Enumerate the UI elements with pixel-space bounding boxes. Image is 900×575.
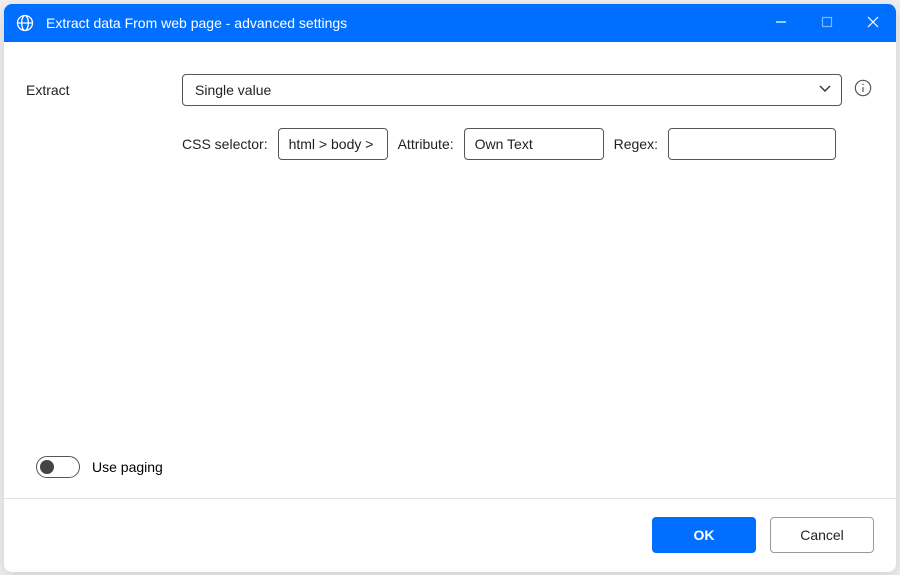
extract-label: Extract — [26, 82, 182, 98]
maximize-button — [804, 4, 850, 42]
cancel-button-label: Cancel — [800, 527, 844, 543]
minimize-icon — [775, 15, 787, 31]
attribute-label: Attribute: — [398, 136, 454, 152]
dialog-footer: OK Cancel — [4, 498, 896, 572]
regex-label: Regex: — [614, 136, 658, 152]
chevron-down-icon — [817, 80, 833, 99]
info-icon — [854, 79, 872, 100]
dialog-content: Extract Single value CSS selector: — [4, 42, 896, 498]
cancel-button[interactable]: Cancel — [770, 517, 874, 553]
selector-fields-row: CSS selector: Attribute: Regex: — [182, 128, 874, 160]
close-button[interactable] — [850, 4, 896, 42]
titlebar: Extract data From web page - advanced se… — [4, 4, 896, 42]
css-selector-input[interactable] — [278, 128, 388, 160]
use-paging-toggle[interactable] — [36, 456, 80, 478]
paging-row: Use paging — [36, 456, 874, 478]
attribute-input[interactable] — [464, 128, 604, 160]
regex-input[interactable] — [668, 128, 836, 160]
close-icon — [867, 15, 879, 31]
window-title: Extract data From web page - advanced se… — [46, 15, 758, 31]
extract-select-value: Single value — [195, 82, 271, 98]
maximize-icon — [821, 15, 833, 31]
minimize-button[interactable] — [758, 4, 804, 42]
toggle-knob — [40, 460, 54, 474]
extract-row: Extract Single value — [26, 74, 874, 106]
dialog-window: Extract data From web page - advanced se… — [4, 4, 896, 572]
globe-icon — [14, 12, 36, 34]
css-selector-label: CSS selector: — [182, 136, 268, 152]
ok-button[interactable]: OK — [652, 517, 756, 553]
ok-button-label: OK — [694, 527, 715, 543]
window-controls — [758, 4, 896, 42]
extract-select[interactable]: Single value — [182, 74, 842, 106]
info-button[interactable] — [852, 79, 874, 101]
use-paging-label: Use paging — [92, 459, 163, 475]
